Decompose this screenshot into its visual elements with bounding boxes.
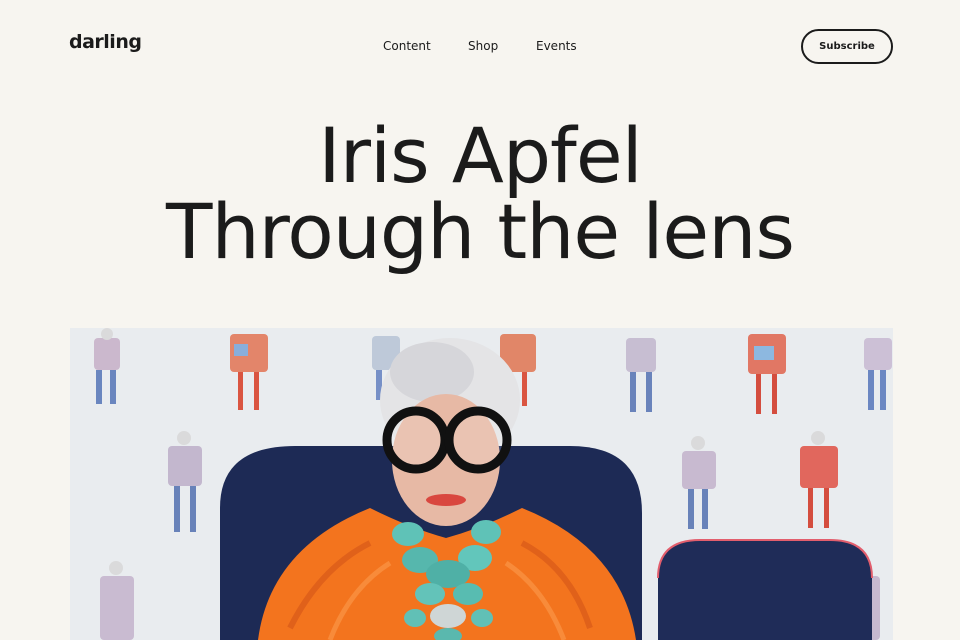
site-header: darling Content Shop Events Subscribe	[0, 0, 960, 92]
hero-photo	[70, 328, 893, 640]
nav-item-content[interactable]: Content	[383, 39, 431, 53]
chair-right	[658, 540, 872, 640]
title-line-2: Through the lens	[166, 187, 795, 276]
portrait-illustration	[70, 328, 893, 640]
nav-item-events[interactable]: Events	[536, 39, 577, 53]
page-title: Iris Apfel Through the lens	[0, 118, 960, 270]
nav-item-shop[interactable]: Shop	[468, 39, 498, 53]
glasses-icon	[382, 406, 450, 474]
title-line-1: Iris Apfel	[318, 111, 642, 200]
subscribe-button[interactable]: Subscribe	[801, 29, 893, 64]
